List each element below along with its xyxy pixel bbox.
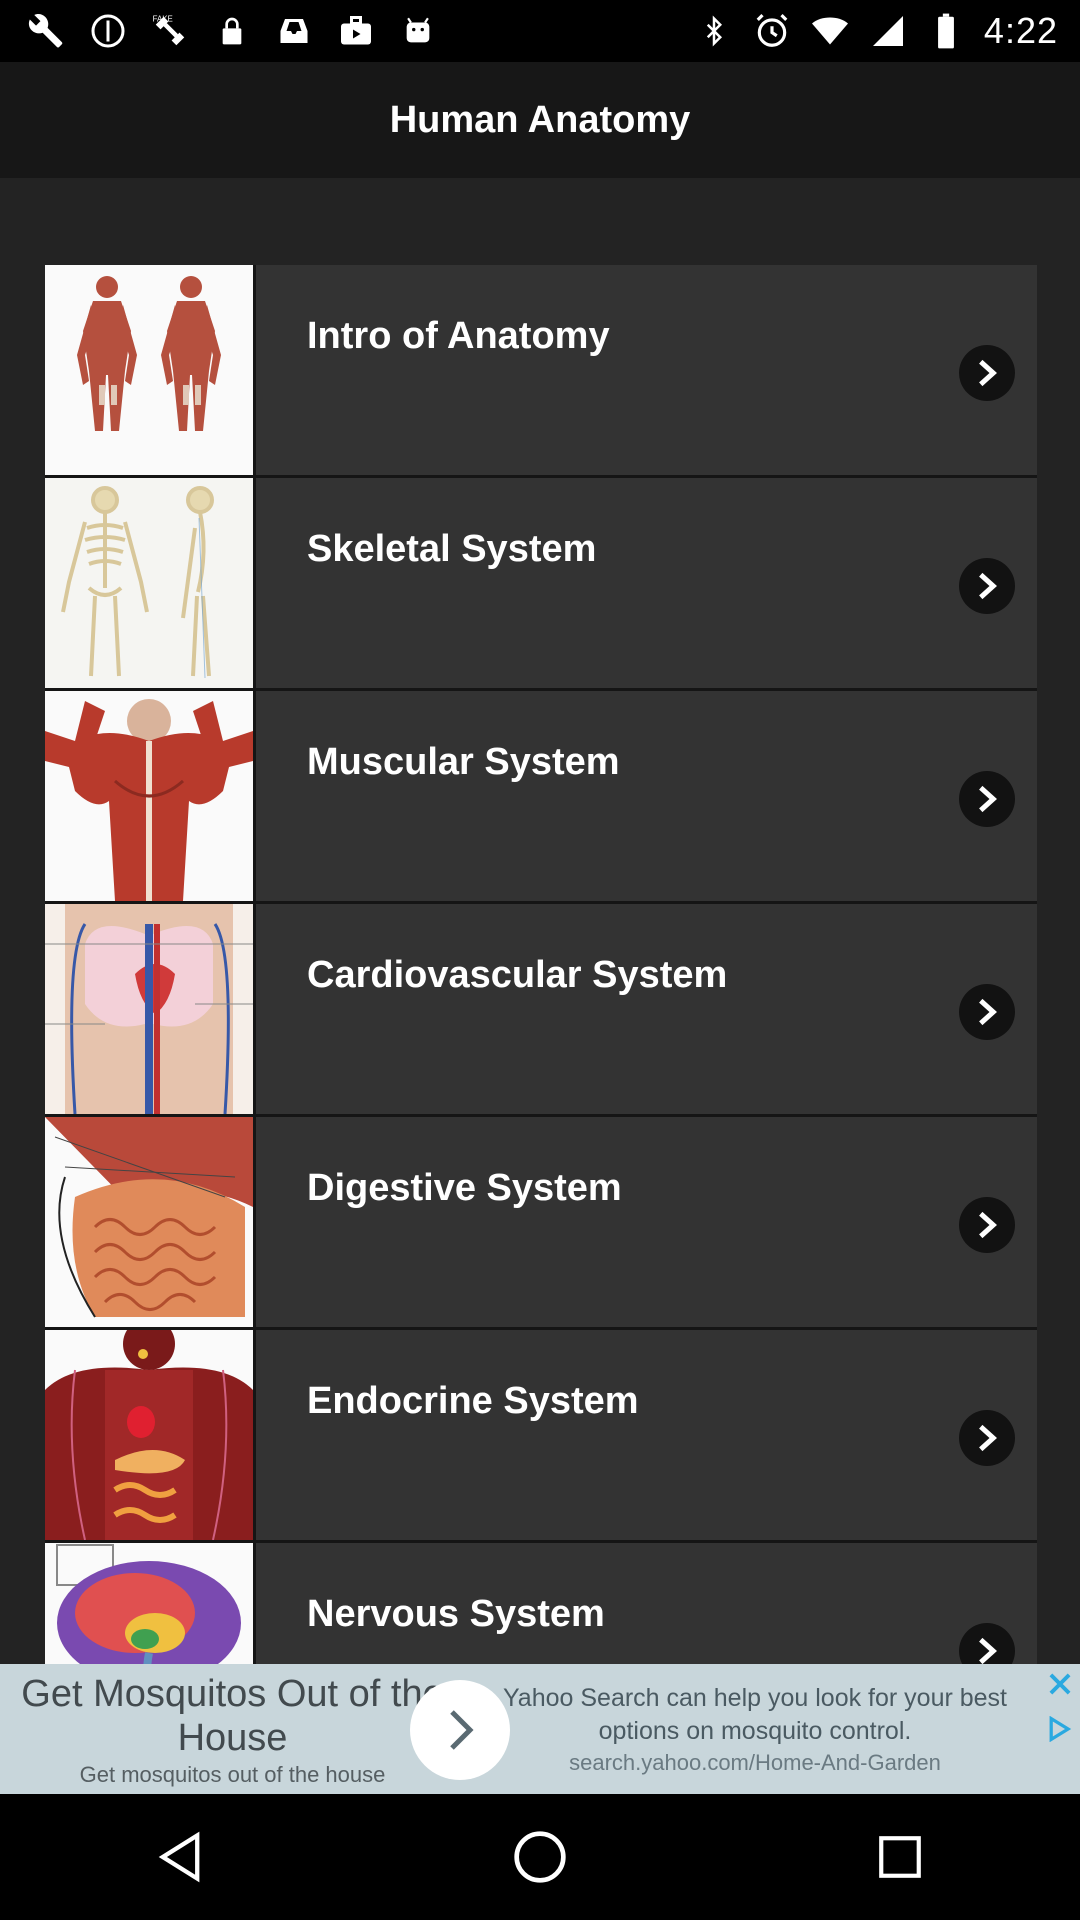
- battery-icon: [926, 11, 966, 51]
- wifi-icon: [810, 11, 850, 51]
- chevron-right-icon[interactable]: [959, 345, 1015, 401]
- app-header: Human Anatomy: [0, 62, 1080, 178]
- ad-left-panel[interactable]: Get Mosquitos Out of the House Get mosqu…: [0, 1664, 465, 1794]
- home-button[interactable]: [495, 1812, 585, 1902]
- ad-close-button[interactable]: [1040, 1664, 1080, 1704]
- chevron-right-icon[interactable]: [959, 1623, 1015, 1665]
- list-item-label: Muscular System: [307, 741, 620, 783]
- sync-icon: [88, 11, 128, 51]
- fake-gps-icon: FAKE: [150, 11, 190, 51]
- list-item-intro-of-anatomy[interactable]: Intro of Anatomy: [45, 265, 1037, 478]
- list-item-endocrine-system[interactable]: Endocrine System: [45, 1330, 1037, 1543]
- android-icon: [398, 11, 438, 51]
- recents-square-icon: [879, 1836, 921, 1878]
- heart-vessels-thumbnail: [45, 904, 256, 1114]
- ad-arrow-button[interactable]: [410, 1680, 510, 1780]
- page-title: Human Anatomy: [389, 98, 691, 141]
- list-item-digestive-system[interactable]: Digestive System: [45, 1117, 1037, 1330]
- ad-right-panel[interactable]: Yahoo Search can help you look for your …: [465, 1664, 1045, 1794]
- brain-thumbnail: [45, 1543, 256, 1665]
- ad-description[interactable]: Yahoo Search can help you look for your …: [465, 1682, 1045, 1748]
- close-icon: [1049, 1673, 1071, 1695]
- back-button[interactable]: [135, 1812, 225, 1902]
- muscle-figure-thumbnail: [45, 265, 256, 475]
- ad-title[interactable]: Get Mosquitos Out of the House: [0, 1672, 465, 1760]
- svg-text:FAKE: FAKE: [153, 15, 173, 24]
- list-item-label: Cardiovascular System: [307, 954, 728, 996]
- lock-icon: [212, 11, 252, 51]
- ad-choices-button[interactable]: [1044, 1714, 1074, 1744]
- status-time: 4:22: [983, 10, 1058, 51]
- ad-subtitle[interactable]: Get mosquitos out of the house: [0, 1762, 465, 1788]
- recents-button[interactable]: [855, 1812, 945, 1902]
- list-item-label: Endocrine System: [307, 1380, 639, 1422]
- chevron-right-icon[interactable]: [959, 1410, 1015, 1466]
- chevron-right-icon[interactable]: [959, 558, 1015, 614]
- home-circle-icon: [514, 1831, 566, 1883]
- back-muscles-thumbnail: [45, 691, 256, 901]
- ad-banner[interactable]: Get Mosquitos Out of the House Get mosqu…: [0, 1664, 1080, 1794]
- ad-url[interactable]: search.yahoo.com/Home-And-Garden: [465, 1750, 1045, 1776]
- list-item-label: Digestive System: [307, 1167, 622, 1209]
- back-triangle-icon: [158, 1831, 200, 1883]
- chevron-right-icon[interactable]: [959, 984, 1015, 1040]
- list-item-label: Skeletal System: [307, 528, 597, 570]
- list-item-label: Intro of Anatomy: [307, 315, 610, 357]
- signal-icon: [868, 11, 908, 51]
- chevron-right-icon[interactable]: [959, 771, 1015, 827]
- chevron-right-icon[interactable]: [959, 1197, 1015, 1253]
- alarm-icon: [752, 11, 792, 51]
- briefcase-icon: [336, 11, 376, 51]
- topic-list: Intro of Anatomy Skeletal System Muscula…: [45, 265, 1037, 1665]
- arrow-right-icon: [450, 1710, 474, 1750]
- intestines-thumbnail: [45, 1117, 256, 1327]
- navigation-bar: [0, 1794, 1080, 1920]
- list-item-label: Nervous System: [307, 1593, 605, 1635]
- inbox-icon: [274, 11, 314, 51]
- wrench-icon: [26, 11, 66, 51]
- skeleton-thumbnail: [45, 478, 256, 688]
- list-item-nervous-system[interactable]: Nervous System: [45, 1543, 1037, 1665]
- bluetooth-icon: [694, 11, 734, 51]
- adchoices-icon: [1049, 1716, 1072, 1742]
- list-item-cardiovascular-system[interactable]: Cardiovascular System: [45, 904, 1037, 1117]
- list-item-skeletal-system[interactable]: Skeletal System: [45, 478, 1037, 691]
- endocrine-glands-thumbnail: [45, 1330, 256, 1540]
- status-bar: FAKE 4:22: [0, 0, 1080, 62]
- list-item-muscular-system[interactable]: Muscular System: [45, 691, 1037, 904]
